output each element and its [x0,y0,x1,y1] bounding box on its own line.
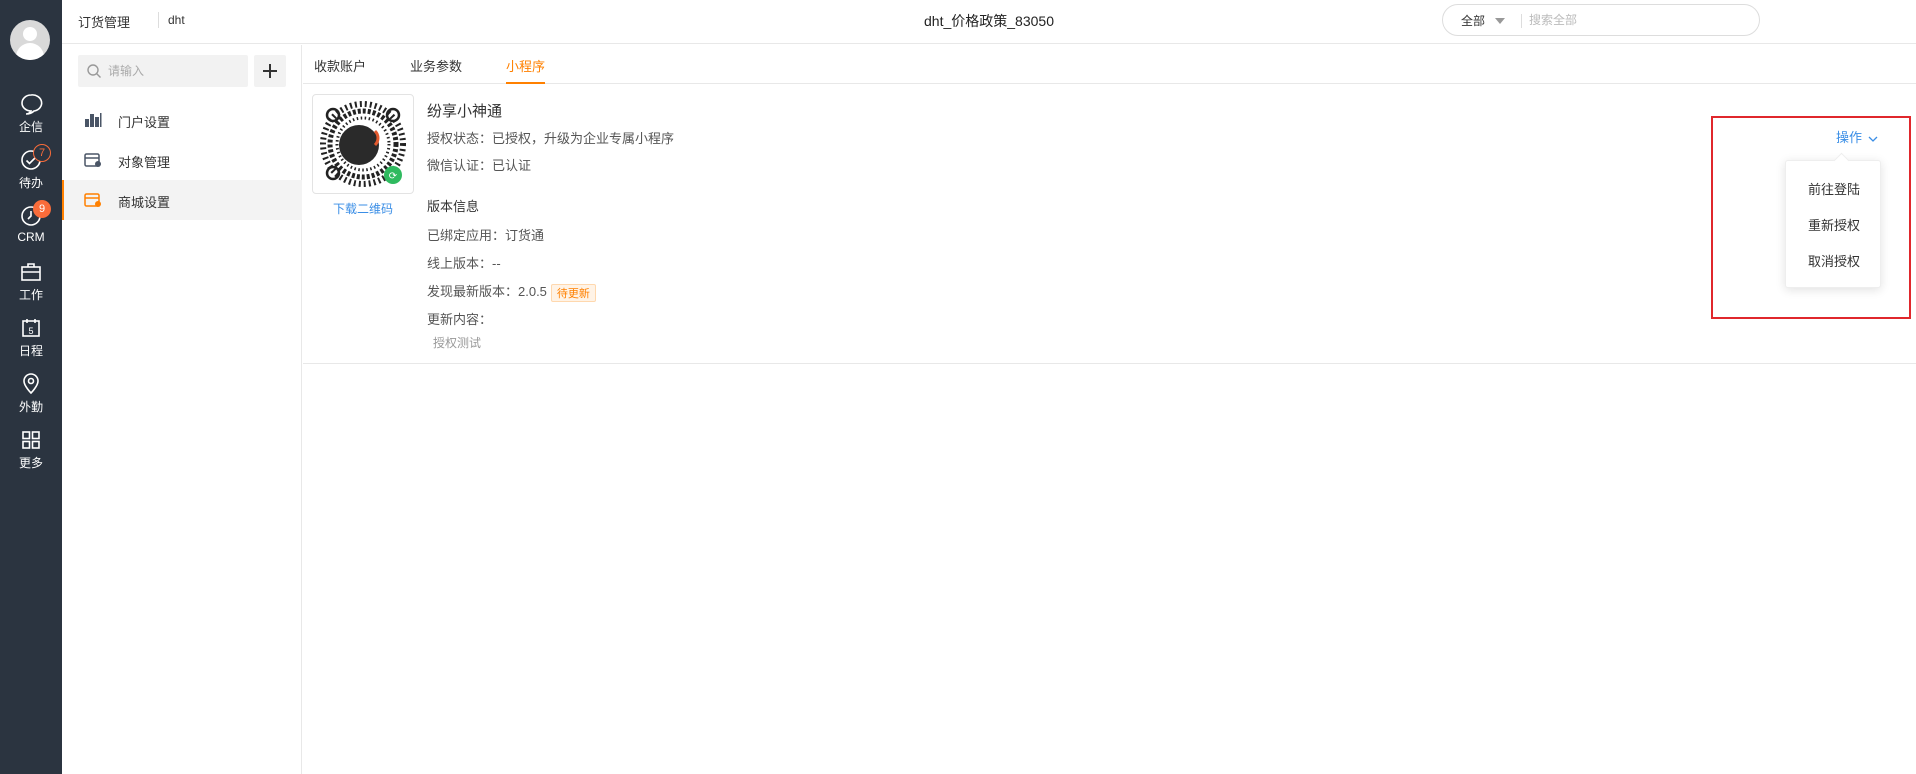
sidebar-item-objects[interactable]: 对象管理 [62,140,302,180]
chevron-down-icon [1868,136,1878,142]
mini-program-code-icon: ⟳ [320,101,406,187]
caret-down-icon[interactable] [1495,18,1505,24]
tab-mini-program[interactable]: 小程序 [506,56,546,84]
avatar-head [23,27,37,41]
mini-program-name: 纷享小神通 [427,103,503,120]
crm-badge: 9 [33,200,51,218]
online-version: 线上版本：-- [427,256,501,271]
object-settings-icon [84,153,101,167]
top-bar: 订货管理 dht dht_价格政策_83050 全部 [62,0,1916,44]
menu-item-go-login[interactable]: 前往登陆 [1786,179,1882,198]
content-tabs: 收款账户 业务参数 小程序 [303,45,1916,84]
pending-update-badge: 待更新 [550,283,596,302]
sidebar-search [78,55,248,87]
add-button[interactable] [254,55,286,87]
main-nav: 企信 7 待办 9 CRM 工作 5 日程 外勤 更多 [0,0,62,774]
nav-item-field[interactable]: 外勤 [0,372,62,422]
nav-item-qixin[interactable]: 企信 [0,92,62,142]
todo-badge: 7 [33,144,51,162]
sidebar-item-label: 对象管理 [118,155,171,170]
settings-sidebar: 门户设置 对象管理 商城设置 [62,45,302,774]
auth-status: 授权状态：已授权，升级为企业专属小程序 [427,131,675,146]
nav-item-schedule[interactable]: 5 日程 [0,316,62,366]
bound-app: 已绑定应用：订货通 [427,228,545,243]
nav-item-todo[interactable]: 7 待办 [0,144,62,198]
search-scope-select[interactable]: 全部 [1461,12,1485,29]
calendar-icon: 5 [22,319,40,337]
global-search-input[interactable] [1529,11,1739,29]
bar-chart-icon [85,113,102,127]
sidebar-item-mall[interactable]: 商城设置 [62,180,302,220]
nav-label: 更多 [18,456,43,470]
global-search: 全部 [1442,4,1760,36]
wechat-certification: 微信认证：已认证 [427,158,532,173]
operations-menu: 前往登陆 重新授权 取消授权 [1785,160,1881,288]
avatar-body [16,43,44,60]
location-pin-icon [23,373,39,395]
update-content-text: 授权测试 [433,336,482,350]
download-qr-link[interactable]: 下载二维码 [312,200,414,217]
chat-bubble-icon [21,94,43,115]
menu-item-cancel-authorization[interactable]: 取消授权 [1786,251,1882,270]
nav-item-more[interactable]: 更多 [0,428,62,478]
search-divider [1521,14,1522,28]
sidebar-search-input[interactable] [108,62,238,80]
operations-label: 操作 [1836,130,1863,145]
briefcase-icon [21,263,41,281]
svg-text:⟳: ⟳ [389,171,398,182]
sidebar-item-portal[interactable]: 门户设置 [62,100,302,140]
search-icon [87,64,101,78]
nav-label: CRM [17,230,45,244]
nav-label: 日程 [18,344,43,358]
mini-program-card: ⟳ 下载二维码 纷享小神通 授权状态：已授权，升级为企业专属小程序 微信认证：已… [303,84,1916,364]
nav-item-work[interactable]: 工作 [0,260,62,310]
latest-version-row: 发现最新版本：2.0.5 待更新 [427,281,596,302]
menu-item-reauthorize[interactable]: 重新授权 [1786,215,1882,234]
sidebar-item-label: 商城设置 [118,195,171,210]
sidebar-item-label: 门户设置 [118,115,171,130]
nav-label: 企信 [18,120,43,134]
nav-item-crm[interactable]: 9 CRM [0,200,62,254]
tab-payment-account[interactable]: 收款账户 [314,56,366,84]
nav-label: 外勤 [18,400,43,414]
latest-version: 发现最新版本：2.0.5 [427,284,547,299]
nav-label: 待办 [18,176,43,190]
qr-code-box: ⟳ [312,94,414,194]
update-content-label: 更新内容： [427,312,493,327]
calendar-day: 5 [28,326,33,336]
nav-label: 工作 [18,288,43,302]
mall-settings-icon [84,193,101,207]
tab-business-params[interactable]: 业务参数 [410,56,462,84]
grid-icon [22,431,40,449]
avatar[interactable] [10,20,50,60]
operations-button[interactable]: 操作 [1836,127,1878,146]
version-section-title: 版本信息 [427,199,480,214]
